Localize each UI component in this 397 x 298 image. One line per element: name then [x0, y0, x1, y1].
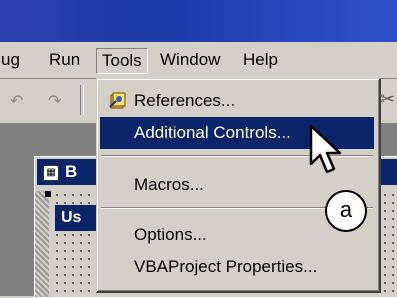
- menu-tools[interactable]: Tools: [96, 48, 148, 74]
- selection-handle[interactable]: [45, 191, 51, 197]
- menu-item-label: Macros...: [134, 175, 204, 194]
- mouse-pointer-icon: [309, 124, 342, 174]
- callout-label: a: [325, 190, 367, 232]
- toolbar-separator: [80, 85, 84, 115]
- title-bar: [0, 0, 397, 42]
- userform-window-title: B: [65, 162, 78, 181]
- tools-dropdown-menu: References... Additional Controls... Mac…: [96, 78, 381, 293]
- form-icon: ▦: [43, 165, 59, 181]
- tools-icon[interactable]: ✂: [380, 89, 395, 110]
- menu-help[interactable]: Help: [238, 48, 283, 72]
- redo-icon[interactable]: ↷: [48, 91, 61, 111]
- menu-item-label: VBAProject Properties...: [134, 257, 318, 276]
- menu-item-label: Additional Controls...: [134, 123, 291, 142]
- undo-icon[interactable]: ↶: [10, 91, 23, 111]
- menu-item-label: Options...: [134, 225, 207, 244]
- menu-bar: ug Run Tools Window Help: [0, 42, 397, 79]
- menu-run[interactable]: Run: [44, 48, 85, 72]
- references-icon: [109, 92, 126, 109]
- menu-item-label: References...: [134, 91, 236, 110]
- menu-item-vbaproject-properties[interactable]: VBAProject Properties...: [100, 251, 374, 283]
- menu-item-references[interactable]: References...: [100, 85, 374, 117]
- form-gutter: [35, 191, 49, 297]
- menu-debug[interactable]: ug: [0, 48, 25, 72]
- menu-window[interactable]: Window: [155, 48, 225, 72]
